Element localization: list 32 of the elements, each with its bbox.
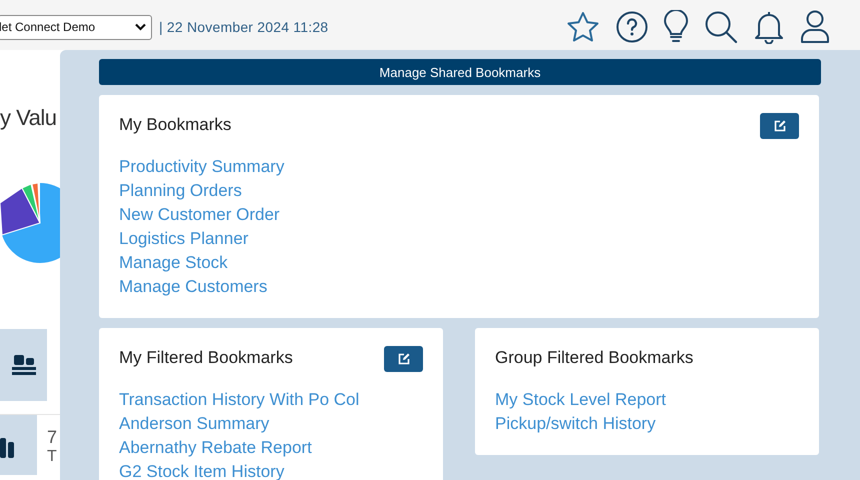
bookmark-link[interactable]: Pickup/switch History (495, 412, 799, 436)
star-icon[interactable] (566, 11, 600, 43)
bell-icon[interactable] (754, 10, 784, 44)
bookmark-link[interactable]: Manage Stock (119, 251, 799, 275)
card-title: My Filtered Bookmarks (119, 348, 293, 368)
edit-button[interactable] (760, 113, 799, 139)
card-title: Group Filtered Bookmarks (495, 348, 694, 368)
date-time: | 22 November 2024 11:28 (159, 19, 328, 35)
edit-icon (774, 120, 786, 132)
bookmark-link[interactable]: New Customer Order (119, 203, 799, 227)
pallet-icon (12, 355, 36, 375)
bookmark-link[interactable]: Transaction History With Po Col (119, 388, 423, 412)
panel-title: Manage Shared Bookmarks (99, 59, 821, 85)
search-icon[interactable] (704, 10, 738, 44)
tile-value: 7 (47, 427, 58, 447)
bookmark-link[interactable]: Abernathy Rebate Report (119, 436, 423, 460)
bookmark-link[interactable]: My Stock Level Report (495, 388, 799, 412)
bookmark-link[interactable]: Manage Customers (119, 275, 799, 299)
bookmark-link[interactable]: Planning Orders (119, 179, 799, 203)
bookmark-link[interactable]: Anderson Summary (119, 412, 423, 436)
card-title: My Bookmarks (119, 115, 232, 135)
user-icon[interactable] (800, 10, 830, 44)
chevron-icon (135, 23, 146, 31)
company-select[interactable]: let Connect Demo (0, 14, 152, 40)
edit-icon (398, 353, 410, 365)
help-icon[interactable] (616, 11, 648, 43)
chart-title: y Valu (0, 105, 57, 131)
bookmark-link[interactable]: Productivity Summary (119, 155, 799, 179)
lightbulb-icon[interactable] (664, 10, 688, 44)
bookmark-link[interactable]: Logistics Planner (119, 227, 799, 251)
edit-button[interactable] (384, 346, 423, 372)
tile-label: T (47, 447, 57, 467)
